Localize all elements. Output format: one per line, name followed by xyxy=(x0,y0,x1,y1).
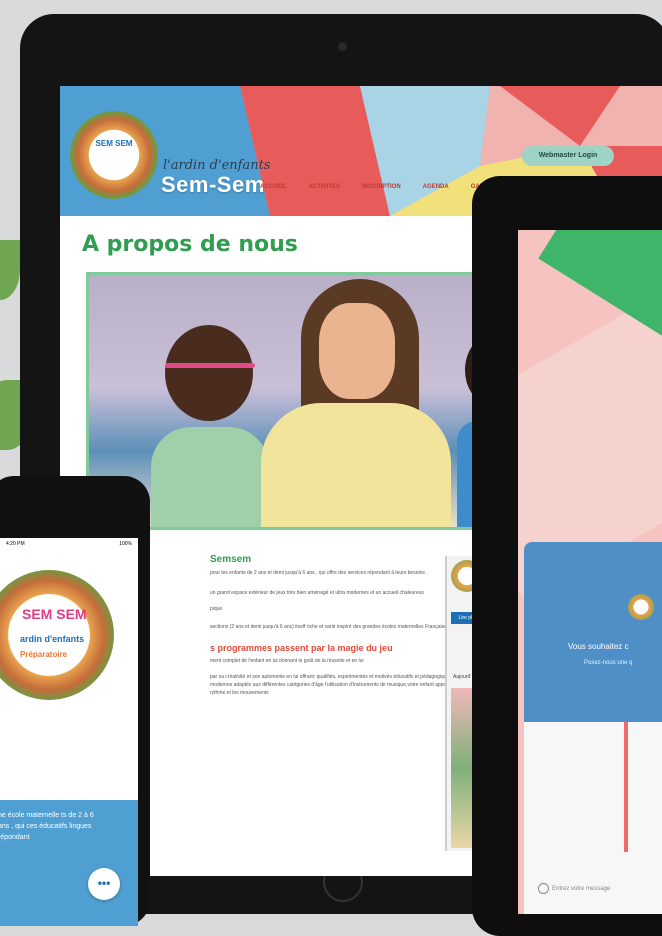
phone-logo-subtitle: ardin d'enfants xyxy=(20,634,85,644)
status-battery: 100% xyxy=(119,541,132,547)
program-text: sections (2 ans et demi jusqu'à 6 ans) i… xyxy=(210,624,450,630)
second-tablet-device: Vous souhaitez c Posez-nous une q Entrez… xyxy=(472,176,662,936)
emoji-icon[interactable] xyxy=(538,882,549,894)
camera-icon xyxy=(338,42,347,51)
site-logo[interactable]: SEM SEM xyxy=(70,111,158,199)
teacher-figure xyxy=(261,275,451,527)
program-list: par sa créativité et son autonomie en lu… xyxy=(210,674,468,696)
phone-device: 4:20 PM 100% SEM SEM ardin d'enfants Pré… xyxy=(0,476,150,926)
chat-body: Entrez votre message xyxy=(524,722,662,914)
section-label: pique xyxy=(210,606,223,612)
phone-logo[interactable]: SEM SEM ardin d'enfants Préparatoire xyxy=(0,570,114,700)
facilities-text: un grand espace extérieur de jeux très b… xyxy=(210,590,425,596)
nav-item-accueil[interactable]: ACCUEIL xyxy=(260,184,287,190)
nav-item-activites[interactable]: ACTIVITES xyxy=(309,184,340,190)
chat-scroll-indicator xyxy=(624,722,628,852)
nav-item-agenda[interactable]: AGENDA xyxy=(423,184,449,190)
program-body: ment complet de l'enfant en lui donnant … xyxy=(210,658,364,664)
nav-item-inscription[interactable]: INSCRIPTION xyxy=(362,184,401,190)
phone-logo-title: SEM SEM xyxy=(22,606,87,622)
phone-screen: 4:20 PM 100% SEM SEM ardin d'enfants Pré… xyxy=(0,538,138,926)
phone-info-text: ne école maternelle ts de 2 à 6 ans , qu… xyxy=(0,812,94,841)
child-figure xyxy=(151,315,269,527)
chat-panel: Vous souhaitez c Posez-nous une q xyxy=(524,542,662,722)
second-tablet-screen: Vous souhaitez c Posez-nous une q Entrez… xyxy=(518,230,662,914)
message-input[interactable]: Entrez votre message xyxy=(538,880,662,898)
page-title: A propos de nous xyxy=(82,232,298,257)
main-nav: ACCUEIL ACTIVITES INSCRIPTION AGENDA GAL… xyxy=(260,184,499,190)
hero-photo xyxy=(86,272,512,530)
chat-question: Vous souhaitez c xyxy=(568,642,629,651)
phone-info-panel: ne école maternelle ts de 2 à 6 ans , qu… xyxy=(0,800,138,926)
about-content: Semsem pour les enfants de 2 ans et demi… xyxy=(210,554,470,697)
plant-leaf xyxy=(0,240,20,300)
webmaster-login-button[interactable]: Webmaster Login xyxy=(522,146,614,166)
phone-logo-tagline: Préparatoire xyxy=(20,650,68,659)
brand-name: Sem-Sem xyxy=(161,172,265,197)
message-placeholder: Entrez votre message xyxy=(552,886,611,892)
sidebar-label: Aujourd' xyxy=(453,674,472,680)
program-heading: s programmes passent par la magie du jeu xyxy=(210,643,393,653)
status-bar: 4:20 PM 100% xyxy=(0,538,138,550)
chat-launcher-button[interactable]: ••• xyxy=(88,868,120,900)
chat-avatar xyxy=(628,594,654,620)
status-time: 4:20 PM xyxy=(6,541,25,547)
intro-text: pour les enfants de 2 ans et demi jusqu'… xyxy=(210,570,428,576)
section-heading: Semsem xyxy=(210,554,252,565)
brand-subtitle: l'ardin d'enfants xyxy=(163,158,271,173)
chat-subtitle: Posez-nous une q xyxy=(584,660,633,666)
logo-text: SEM SEM xyxy=(95,139,133,148)
